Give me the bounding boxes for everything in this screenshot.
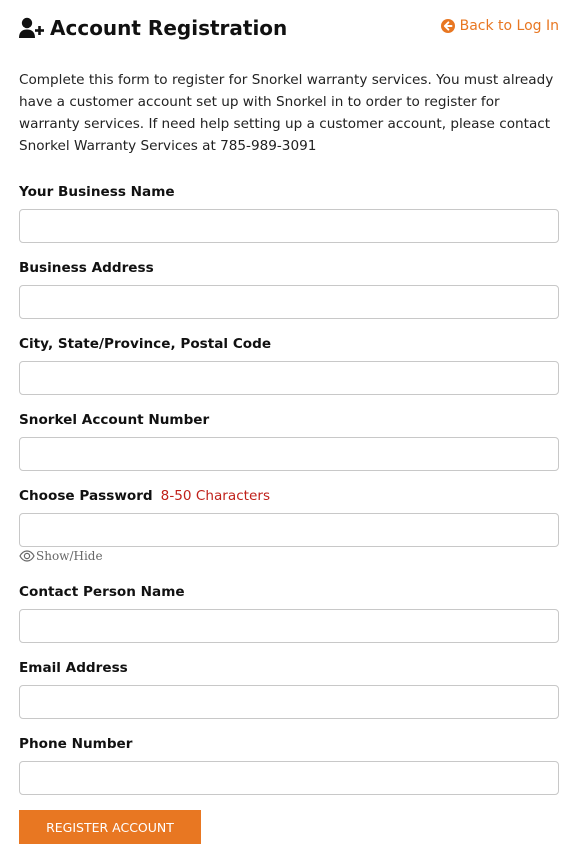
- field-city-state-postal: City, State/Province, Postal Code: [19, 334, 559, 395]
- city-state-postal-label: City, State/Province, Postal Code: [19, 336, 272, 352]
- email-input[interactable]: [19, 685, 559, 719]
- field-business-address: Business Address: [19, 258, 559, 319]
- contact-person-label: Contact Person Name: [19, 584, 185, 600]
- register-account-button[interactable]: REGISTER ACCOUNT: [19, 810, 201, 844]
- business-name-label: Your Business Name: [19, 184, 175, 200]
- business-name-input[interactable]: [19, 209, 559, 243]
- header: Account Registration Back to Log In: [19, 0, 559, 62]
- account-number-input[interactable]: [19, 437, 559, 471]
- password-label-text: Choose Password: [19, 488, 153, 504]
- intro-text: Complete this form to register for Snork…: [19, 72, 554, 154]
- arrow-left-circle-icon: [440, 19, 455, 33]
- user-plus-icon: [19, 17, 46, 39]
- password-hint: 8-50 Characters: [160, 488, 271, 504]
- field-phone: Phone Number: [19, 734, 559, 795]
- business-address-label: Business Address: [19, 260, 154, 276]
- contact-person-input[interactable]: [19, 609, 559, 643]
- show-hide-label: Show/Hide: [36, 549, 103, 563]
- field-contact-person: Contact Person Name: [19, 582, 559, 643]
- page-title-text: Account Registration: [50, 16, 288, 40]
- email-label: Email Address: [19, 660, 128, 676]
- field-business-name: Your Business Name: [19, 182, 559, 243]
- account-number-label: Snorkel Account Number: [19, 412, 210, 428]
- back-to-login-label: Back to Log In: [459, 18, 559, 34]
- password-label: Choose Password 8-50 Characters: [19, 486, 559, 506]
- back-to-login-link[interactable]: Back to Log In: [440, 18, 559, 34]
- eye-icon: [19, 550, 35, 562]
- phone-label: Phone Number: [19, 736, 133, 752]
- password-input[interactable]: [19, 513, 559, 547]
- field-password: Choose Password 8-50 Characters Show/Hide: [19, 486, 559, 563]
- registration-page: Account Registration Back to Log In Comp…: [19, 0, 559, 844]
- password-show-hide-toggle[interactable]: Show/Hide: [19, 549, 103, 563]
- field-account-number: Snorkel Account Number: [19, 410, 559, 471]
- business-address-input[interactable]: [19, 285, 559, 319]
- field-email: Email Address: [19, 658, 559, 719]
- city-state-postal-input[interactable]: [19, 361, 559, 395]
- phone-input[interactable]: [19, 761, 559, 795]
- page-title: Account Registration: [19, 16, 287, 40]
